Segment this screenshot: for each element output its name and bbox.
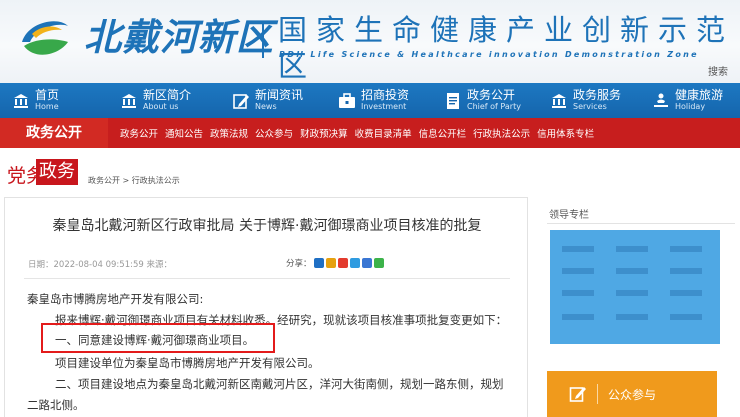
breadcrumb[interactable]: 政务公开 > 行政执法公示 xyxy=(88,175,180,186)
article-panel: 秦皇岛北戴河新区行政审批局 关于博辉·戴河御璟商业项目核准的批复 日期：2022… xyxy=(4,197,528,417)
nav-item-news[interactable]: 新闻资讯 News xyxy=(232,83,303,118)
site-banner: 北戴河新区 国家生命健康产业创新示范区 BDH Life Science & H… xyxy=(0,0,740,83)
leader-link-placeholder[interactable] xyxy=(616,268,648,274)
article-title: 秦皇岛北戴河新区行政审批局 关于博辉·戴河御璟商业项目核准的批复 xyxy=(52,218,482,234)
banner-divider xyxy=(262,22,264,58)
nav-item-health-tourism[interactable]: 健康旅游 Holiday xyxy=(652,83,723,118)
highlight-box xyxy=(41,323,275,353)
document-icon xyxy=(447,92,459,109)
nav-label: 首页 xyxy=(35,88,60,102)
nav-label: 政务公开 xyxy=(467,88,516,102)
article-meta: 日期：2022-08-04 09:51:59 来源： xyxy=(28,260,172,270)
main-nav: 首页 Home 新区简介 About us 新闻资讯 News 招商投资 Investm… xyxy=(0,83,740,118)
nav-sublabel: Investment xyxy=(361,102,407,111)
leader-link-placeholder[interactable] xyxy=(670,246,702,252)
sub-nav: 政务公开 政务公开 通知公告 政策法规 公众参与 财政预决算 收费目录清单 信息… xyxy=(0,118,740,148)
leader-link-placeholder[interactable] xyxy=(616,314,648,320)
site-title: 国家生命健康产业创新示范区 xyxy=(278,13,735,83)
article-divider xyxy=(24,278,510,279)
nav-label: 政务服务 xyxy=(573,88,622,102)
nav-sublabel: Services xyxy=(573,102,607,111)
leader-link-placeholder[interactable] xyxy=(670,290,702,296)
share-wechat-icon[interactable] xyxy=(373,258,384,268)
site-subtitle: BDH Life Science & Healthcare innovation… xyxy=(279,50,699,59)
leader-link-placeholder[interactable] xyxy=(670,268,702,274)
nav-item-investment[interactable]: 招商投资 Investment xyxy=(338,83,409,118)
share-weibo-icon[interactable] xyxy=(337,258,348,268)
nav-item-home[interactable]: 首页 Home xyxy=(12,83,59,118)
leader-link-placeholder[interactable] xyxy=(562,290,594,296)
sub-nav-link[interactable]: 政策法规 xyxy=(210,126,248,140)
sidebar-divider xyxy=(547,223,735,224)
sub-nav-section-title: 政务公开 xyxy=(0,118,108,148)
article-paragraph: 二路北侧。 xyxy=(27,398,85,412)
nav-label: 新闻资讯 xyxy=(255,88,304,102)
leader-link-placeholder[interactable] xyxy=(616,246,648,252)
nav-label: 招商投资 xyxy=(361,88,410,102)
sub-nav-link[interactable]: 财政预决算 xyxy=(300,126,348,140)
sub-nav-link[interactable]: 公众参与 xyxy=(255,126,293,140)
leader-link-placeholder[interactable] xyxy=(616,290,648,296)
button-divider xyxy=(597,384,598,404)
share-label: 分享： xyxy=(286,259,312,269)
edit-icon xyxy=(233,93,249,109)
edit-icon xyxy=(569,387,586,402)
sub-nav-links: 政务公开 通知公告 政策法规 公众参与 财政预决算 收费目录清单 信息公开栏 行… xyxy=(120,118,601,148)
bank-icon xyxy=(14,93,28,108)
nav-sublabel: Holiday xyxy=(675,102,706,111)
sub-nav-link[interactable]: 政务公开 xyxy=(120,126,158,140)
article-paragraph: 项目建设单位为秦皇岛市博腾房地产开发有限公司。 xyxy=(55,356,320,370)
nav-item-about[interactable]: 新区简介 About us xyxy=(120,83,191,118)
bank-icon xyxy=(552,93,566,108)
sub-nav-link[interactable]: 行政执法公示 xyxy=(473,126,530,140)
article-paragraph: 二、项目建设地点为秦皇岛北戴河新区南戴河片区，洋河大街南侧，规划一路东侧，规划 xyxy=(55,377,504,391)
leader-link-placeholder[interactable] xyxy=(670,314,702,320)
nav-sublabel: Chief of Party xyxy=(467,102,521,111)
bank-icon xyxy=(122,93,136,108)
nav-label: 新区简介 xyxy=(143,88,192,102)
briefcase-icon xyxy=(339,92,355,108)
public-participation-button[interactable]: 公众参与 xyxy=(547,371,717,417)
leader-link-placeholder[interactable] xyxy=(562,314,594,320)
share-star-icon[interactable] xyxy=(325,258,336,268)
site-logo-text: 北戴河新区 xyxy=(84,15,274,59)
sub-nav-link[interactable]: 通知公告 xyxy=(165,126,203,140)
nav-sublabel: Home xyxy=(35,102,59,111)
sub-nav-link[interactable]: 收费目录清单 xyxy=(355,126,412,140)
search-link[interactable]: 搜索 xyxy=(708,63,728,78)
share-tencent-icon[interactable] xyxy=(349,258,360,268)
leader-column-box[interactable] xyxy=(550,230,720,344)
sub-nav-link[interactable]: 信用体系专栏 xyxy=(537,126,594,140)
sub-nav-link[interactable]: 信息公开栏 xyxy=(419,126,467,140)
leader-link-placeholder[interactable] xyxy=(562,246,594,252)
sidebar-title: 领导专栏 xyxy=(549,210,589,221)
nav-item-services[interactable]: 政务服务 Services xyxy=(550,83,621,118)
nav-sublabel: News xyxy=(255,102,277,111)
article-paragraph: 秦皇岛市博腾房地产开发有限公司: xyxy=(27,292,204,306)
nav-item-gov-affairs[interactable]: 政务公开 Chief of Party xyxy=(444,83,521,118)
traveler-icon xyxy=(654,93,668,107)
share-renren-icon[interactable] xyxy=(361,258,372,268)
public-participation-label: 公众参与 xyxy=(608,387,657,402)
nav-sublabel: About us xyxy=(143,102,179,111)
nav-label: 健康旅游 xyxy=(675,88,724,102)
site-logo-icon[interactable] xyxy=(18,12,72,62)
leader-link-placeholder[interactable] xyxy=(562,268,594,274)
breadcrumb-row: 党务 政务 政务公开 > 行政执法公示 xyxy=(0,158,740,188)
share-qzone-icon[interactable] xyxy=(313,258,324,268)
share-bar: 分享： xyxy=(286,257,384,269)
gov-affairs-tab[interactable]: 政务 xyxy=(36,159,78,185)
